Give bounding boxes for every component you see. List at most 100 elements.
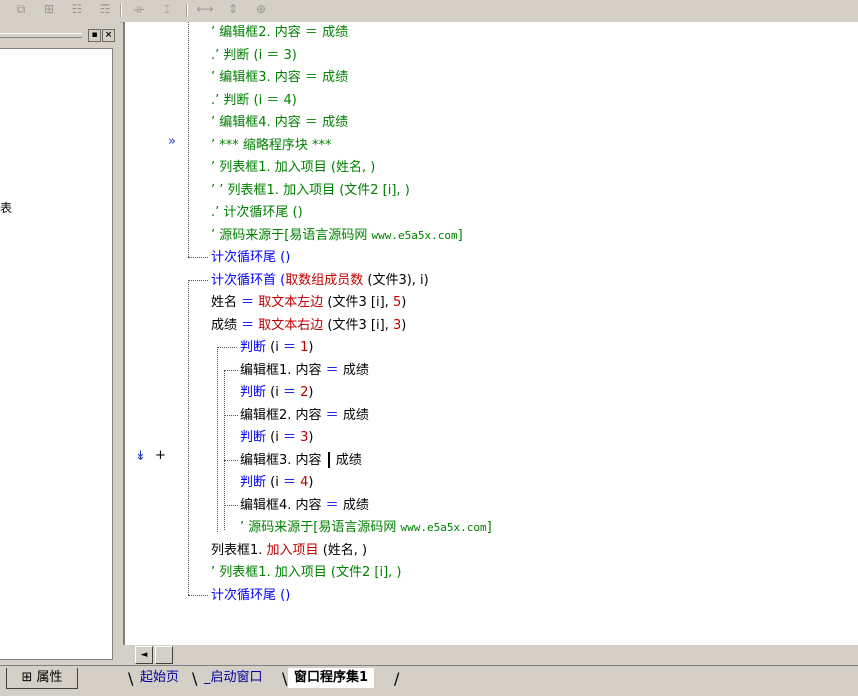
code-line[interactable]: ’ ’ 列表框1. 加入项目 (文件2 [i], ) [211,180,410,202]
code-line[interactable]: ’ 编辑框3. 内容 ＝ 成绩 [211,67,348,89]
editor-gutter [125,22,153,645]
space-vertical-icon[interactable]: ⌶ [158,1,176,17]
code-line[interactable]: 编辑框2. 内容 ＝ 成绩 [240,405,369,427]
code-line[interactable]: 判断 (i ＝ 3) [240,427,313,449]
same-width-icon[interactable]: ⟷ [196,1,214,17]
code-line[interactable]: ’ 编辑框2. 内容 ＝ 成绩 [211,22,348,44]
tab-start-page[interactable]: 起始页 [134,668,185,688]
code-token: 加入项目 [266,542,319,558]
code-line[interactable]: ’ 列表框1. 加入项目 (文件2 [i], ) [211,562,402,584]
code-line[interactable]: 判断 (i ＝ 2) [240,382,313,404]
code-line[interactable]: 判断 (i ＝ 1) [240,337,313,359]
properties-tab-label: 属性 [36,670,63,685]
tree-guide-line [188,280,189,595]
align-middle-icon[interactable]: ☶ [96,1,114,17]
code-token: 成绩 [338,362,369,378]
code-token: ) [401,295,407,310]
same-height-icon[interactable]: ⇕ [224,1,242,17]
code-token: 3 [392,317,402,333]
code-token: (文件3 [i], [323,295,393,310]
code-token: 编辑框3. 内容 [240,452,326,468]
panel-body: 表 [0,48,113,660]
code-line[interactable]: 姓名 ＝ 取文本左边 (文件3 [i], 5) [211,292,406,314]
tree-guide-line [188,280,208,281]
tree-guide-line [224,415,238,416]
toolbar-separator [186,3,188,17]
tree-guide-line [217,347,237,348]
panel-grip[interactable] [0,33,82,38]
code-line[interactable]: 编辑框4. 内容 ＝ 成绩 [240,495,369,517]
tab-separator: \ [192,669,198,688]
align-center-icon[interactable]: ⊞ [40,1,58,17]
scroll-left-icon[interactable]: ◄ [135,646,153,664]
code-line[interactable]: ’ 列表框1. 加入项目 (姓名, ) [211,157,375,179]
code-token: (文件3 [i], [323,317,393,333]
tab-separator: / [394,669,400,688]
code-line[interactable]: ’ 编辑框4. 内容 ＝ 成绩 [211,112,348,134]
tree-guide-line [224,370,225,530]
code-line[interactable]: .’ 计次循环尾 () [211,202,303,224]
code-token: ＝ [282,340,301,355]
tab-window-assembly[interactable]: 窗口程序集1 [288,668,375,688]
tree-guide-line [224,460,238,461]
panel-close-icon[interactable]: × [102,29,115,42]
space-horizontal-icon[interactable]: ⟛ [130,1,148,17]
tab-separator: \ [128,669,134,688]
tree-guide-line [188,257,208,258]
code-token: ＝ [282,430,301,445]
code-line[interactable]: .’ 判断 (i ＝ 4) [211,90,297,112]
code-token: 取文本左边 [258,295,324,310]
left-dock-panel: ▪ × 表 [0,22,120,663]
breakpoint-arrow-icon[interactable]: ↡ [135,449,146,464]
align-top-icon[interactable]: ☷ [68,1,86,17]
code-line[interactable]: .’ 判断 (i ＝ 3) [211,45,297,67]
code-token: ’ 源码来源于[易语言源码网 [211,227,372,243]
code-editor[interactable]: » ↡ + ’ 编辑框2. 内容 ＝ 成绩 .’ 判断 (i ＝ 3) ’ 编辑框3… [123,22,858,645]
tree-guide-line [188,22,189,257]
same-size-icon[interactable]: ⊕ [252,1,270,17]
code-token: ’ ’ 列表框1. 加入项目 (文件2 [i], ) [211,182,410,198]
code-line[interactable]: 成绩 ＝ 取文本右边 (文件3 [i], 3) [211,315,406,337]
code-token: (文件3), i) [363,272,429,288]
code-line[interactable]: 列表框1. 加入项目 (姓名, ) [211,540,367,562]
code-token: ’ 列表框1. 加入项目 (姓名, ) [211,160,376,175]
code-token: www.e5a5x.com [400,521,487,534]
code-token: ) [308,430,314,445]
collapsed-block-marker-icon[interactable]: » [168,134,176,149]
panel-title-bar: ▪ × [0,26,116,42]
code-line[interactable]: ’ 源码来源于[易语言源码网 www.e5a5x.com] [211,225,463,247]
align-left-icon[interactable]: ⧉ [12,1,30,17]
code-token: 编辑框1. 内容 [240,362,326,378]
code-token: .’ 计次循环尾 () [211,205,303,220]
code-line[interactable]: 计次循环尾 () [211,585,290,607]
code-token: 列表框1. [211,542,267,558]
code-line[interactable]: 编辑框1. 内容 ＝ 成绩 [240,360,369,382]
code-token: (姓名, ) [318,542,368,558]
code-line[interactable]: 编辑框3. 内容 成绩 [240,450,362,472]
code-token: ＝ [241,317,259,333]
code-token: 判断 [240,430,267,445]
code-line[interactable]: ’ 源码来源于[易语言源码网 www.e5a5x.com] [240,517,492,539]
code-token: ] [486,520,492,535]
code-line[interactable]: 判断 (i ＝ 4) [240,472,313,494]
code-token: ) [401,317,407,333]
code-token: ＝ [241,295,259,310]
panel-pin-icon[interactable]: ▪ [88,29,101,42]
bottom-tab-bar: ⊞ 属性 \ 起始页 \ _启动窗口 \ 窗口程序集1 / [0,665,858,696]
code-token: 姓名 [211,295,242,310]
code-token: 判断 [240,340,267,355]
tab-startup-window[interactable]: _启动窗口 [198,668,269,688]
scroll-thumb[interactable] [155,646,173,664]
horizontal-scrollbar[interactable]: ◄ [125,645,858,665]
expand-plus-icon[interactable]: + [155,448,166,463]
code-token: 判断 [240,475,267,490]
code-line[interactable]: ’ *** 缩略程序块 *** [211,135,332,157]
code-line[interactable]: 计次循环首 (取数组成员数 (文件3), i) [211,270,429,292]
scroll-track[interactable] [177,649,857,663]
code-token: 计次循环尾 () [211,587,291,603]
code-token: ( [276,272,286,288]
properties-tab[interactable]: ⊞ 属性 [6,668,78,689]
toolbar-separator [120,3,122,17]
code-line[interactable]: 计次循环尾 () [211,247,290,269]
code-token: ’ 列表框1. 加入项目 (文件2 [i], ) [211,565,402,580]
